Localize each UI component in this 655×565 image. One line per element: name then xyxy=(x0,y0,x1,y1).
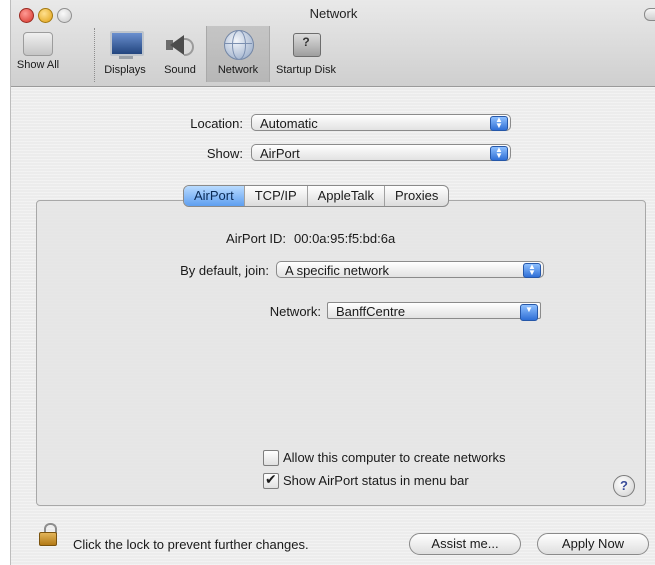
toolbar-displays[interactable]: Displays xyxy=(97,26,153,82)
allow-create-checkbox[interactable] xyxy=(263,450,279,466)
toolbar-item-label: Show All xyxy=(16,59,60,71)
network-combo[interactable]: BanffCentre ▼ xyxy=(327,302,541,321)
show-value: AirPort xyxy=(260,146,300,161)
airport-id-value: 00:0a:95:f5:bd:6a xyxy=(294,231,396,246)
show-status-label: Show AirPort status in menu bar xyxy=(283,473,469,488)
network-label: Network: xyxy=(269,304,321,319)
assist-me-button[interactable]: Assist me... xyxy=(409,533,521,555)
toolbar-startup-disk[interactable]: ? Startup Disk xyxy=(271,26,341,82)
lock-status-text: Click the lock to prevent further change… xyxy=(73,537,309,552)
toolbar-item-label: Displays xyxy=(104,64,146,76)
popup-arrows-icon: ▲ ▼ xyxy=(490,146,508,161)
join-popup[interactable]: A specific network ▲ ▼ xyxy=(276,261,544,278)
toolbar-sound[interactable]: Sound xyxy=(154,26,206,82)
toolbar-network[interactable]: Network xyxy=(206,26,270,82)
join-value: A specific network xyxy=(285,263,390,278)
dropdown-arrow-icon: ▼ xyxy=(520,304,538,321)
airport-id-label: AirPort ID: xyxy=(226,231,286,246)
popup-arrows-icon: ▲ ▼ xyxy=(523,263,541,278)
network-value: BanffCentre xyxy=(336,304,406,319)
tab-appletalk[interactable]: AppleTalk xyxy=(308,186,386,206)
toolbar-show-all[interactable]: Show All xyxy=(13,26,63,82)
popup-arrows-icon: ▲ ▼ xyxy=(490,116,508,131)
location-popup[interactable]: Automatic ▲ ▼ xyxy=(251,114,511,131)
display-icon xyxy=(109,29,144,61)
toolbar-item-label: Sound xyxy=(164,64,196,76)
globe-icon xyxy=(222,29,254,61)
show-popup[interactable]: AirPort ▲ ▼ xyxy=(251,144,511,161)
preferences-window: Network Show All Displays Sound Network … xyxy=(10,0,655,565)
join-label: By default, join: xyxy=(180,263,269,278)
window-title: Network xyxy=(309,6,358,21)
toolbar-toggle-button[interactable] xyxy=(644,8,655,21)
show-status-checkbox[interactable] xyxy=(263,471,279,489)
lock-icon[interactable] xyxy=(39,523,57,546)
toolbar-separator xyxy=(94,28,96,82)
toolbar-item-label: Startup Disk xyxy=(276,64,336,76)
location-value: Automatic xyxy=(260,116,318,131)
tab-proxies[interactable]: Proxies xyxy=(385,186,448,206)
location-label: Location: xyxy=(190,116,243,131)
tab-bar: AirPort TCP/IP AppleTalk Proxies xyxy=(183,185,450,207)
toolbar-item-label: Network xyxy=(217,64,259,76)
disk-icon: ? xyxy=(290,29,322,61)
speaker-icon xyxy=(164,29,196,61)
tab-tcpip[interactable]: TCP/IP xyxy=(245,186,308,206)
help-button[interactable]: ? xyxy=(613,475,635,497)
apple-grid-icon xyxy=(23,32,53,56)
apply-now-button[interactable]: Apply Now xyxy=(537,533,649,555)
show-label: Show: xyxy=(206,146,243,161)
allow-create-label: Allow this computer to create networks xyxy=(283,450,506,465)
tab-airport[interactable]: AirPort xyxy=(184,186,245,206)
title-bar: Network Show All Displays Sound Network … xyxy=(11,0,655,87)
